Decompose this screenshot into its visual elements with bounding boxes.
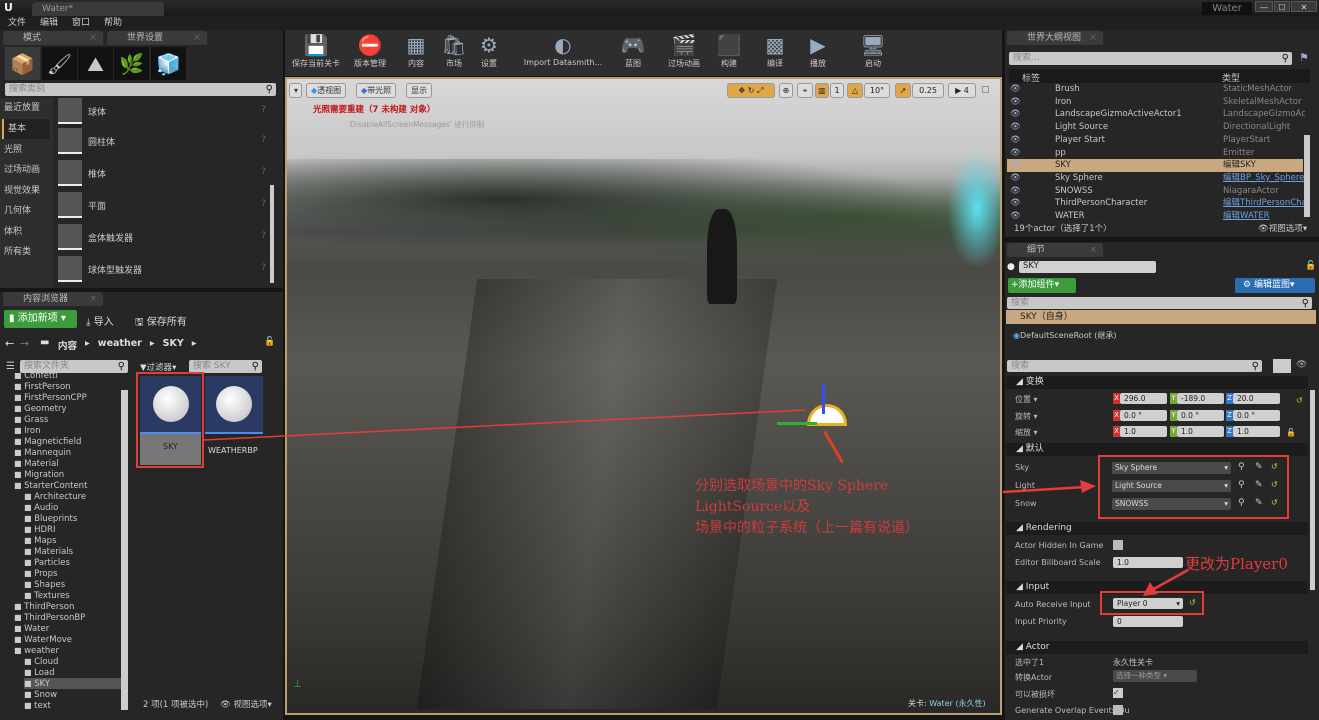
annotation-line [203, 409, 806, 441]
annotation-arrows [203, 409, 1189, 596]
annotation-arrow [1002, 485, 1086, 494]
annotation-arrow [1151, 568, 1189, 592]
arrow-head [1080, 480, 1096, 493]
